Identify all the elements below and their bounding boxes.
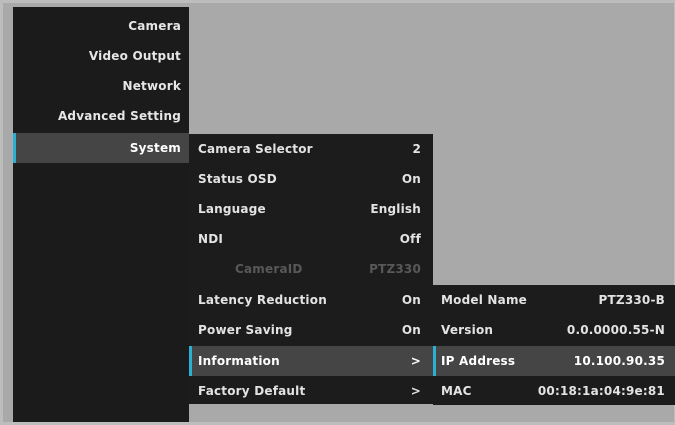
setting-value: Off <box>399 232 421 246</box>
setting-value: 2 <box>412 142 421 156</box>
setting-label: Power Saving <box>198 323 293 337</box>
main-menu-item-label: Network <box>122 79 181 93</box>
info-value: 0.0.0000.55-N <box>566 323 665 337</box>
setting-language[interactable]: Language English <box>189 194 433 224</box>
info-label: MAC <box>441 384 472 398</box>
setting-label: Language <box>198 202 266 216</box>
main-menu-item-advanced-setting[interactable]: Advanced Setting <box>13 101 189 131</box>
info-value: 00:18:1a:04:9e:81 <box>537 384 665 398</box>
setting-factory-default[interactable]: Factory Default > <box>189 376 433 406</box>
setting-label: Camera Selector <box>198 142 313 156</box>
setting-label: Information <box>198 354 280 368</box>
main-menu-item-label: Camera <box>128 19 181 33</box>
setting-value: PTZ330 <box>369 262 421 276</box>
setting-label: Factory Default <box>198 384 306 398</box>
setting-value: On <box>401 172 421 186</box>
setting-camera-id: CameraID PTZ330 <box>189 254 433 284</box>
setting-label: Latency Reduction <box>198 293 327 307</box>
setting-label: Status OSD <box>198 172 277 186</box>
main-menu-item-network[interactable]: Network <box>13 71 189 101</box>
info-value: PTZ330-B <box>598 293 665 307</box>
setting-value: On <box>401 293 421 307</box>
setting-label: CameraID <box>235 262 303 276</box>
info-version[interactable]: Version 0.0.0000.55-N <box>433 315 675 345</box>
info-ip-address[interactable]: IP Address 10.100.90.35 <box>433 346 675 376</box>
main-menu-item-label: Advanced Setting <box>57 109 181 123</box>
system-submenu: Camera Selector 2 Status OSD On Language… <box>189 134 433 404</box>
setting-information[interactable]: Information > <box>189 346 433 376</box>
info-label: Version <box>441 323 494 337</box>
info-label: IP Address <box>441 354 516 368</box>
setting-value: On <box>401 323 421 337</box>
info-label: Model Name <box>441 293 527 307</box>
setting-power-saving[interactable]: Power Saving On <box>189 315 433 345</box>
setting-latency-reduction[interactable]: Latency Reduction On <box>189 285 433 315</box>
setting-ndi[interactable]: NDI Off <box>189 224 433 254</box>
chevron-right-icon: > <box>410 354 421 368</box>
main-menu-item-system[interactable]: System <box>13 133 189 163</box>
setting-label: NDI <box>198 232 224 246</box>
setting-status-osd[interactable]: Status OSD On <box>189 164 433 194</box>
main-menu-item-video-output[interactable]: Video Output <box>13 41 189 71</box>
main-menu-item-label: System <box>129 141 181 155</box>
main-menu-item-label: Video Output <box>88 49 181 63</box>
information-panel: Model Name PTZ330-B Version 0.0.0000.55-… <box>433 285 675 405</box>
setting-value: English <box>370 202 421 216</box>
main-menu: Camera Video Output Network Advanced Set… <box>13 7 189 422</box>
setting-camera-selector[interactable]: Camera Selector 2 <box>189 134 433 164</box>
main-menu-item-camera[interactable]: Camera <box>13 11 189 41</box>
info-model-name[interactable]: Model Name PTZ330-B <box>433 285 675 315</box>
chevron-right-icon: > <box>410 384 421 398</box>
info-value: 10.100.90.35 <box>573 354 665 368</box>
info-mac[interactable]: MAC 00:18:1a:04:9e:81 <box>433 376 675 406</box>
